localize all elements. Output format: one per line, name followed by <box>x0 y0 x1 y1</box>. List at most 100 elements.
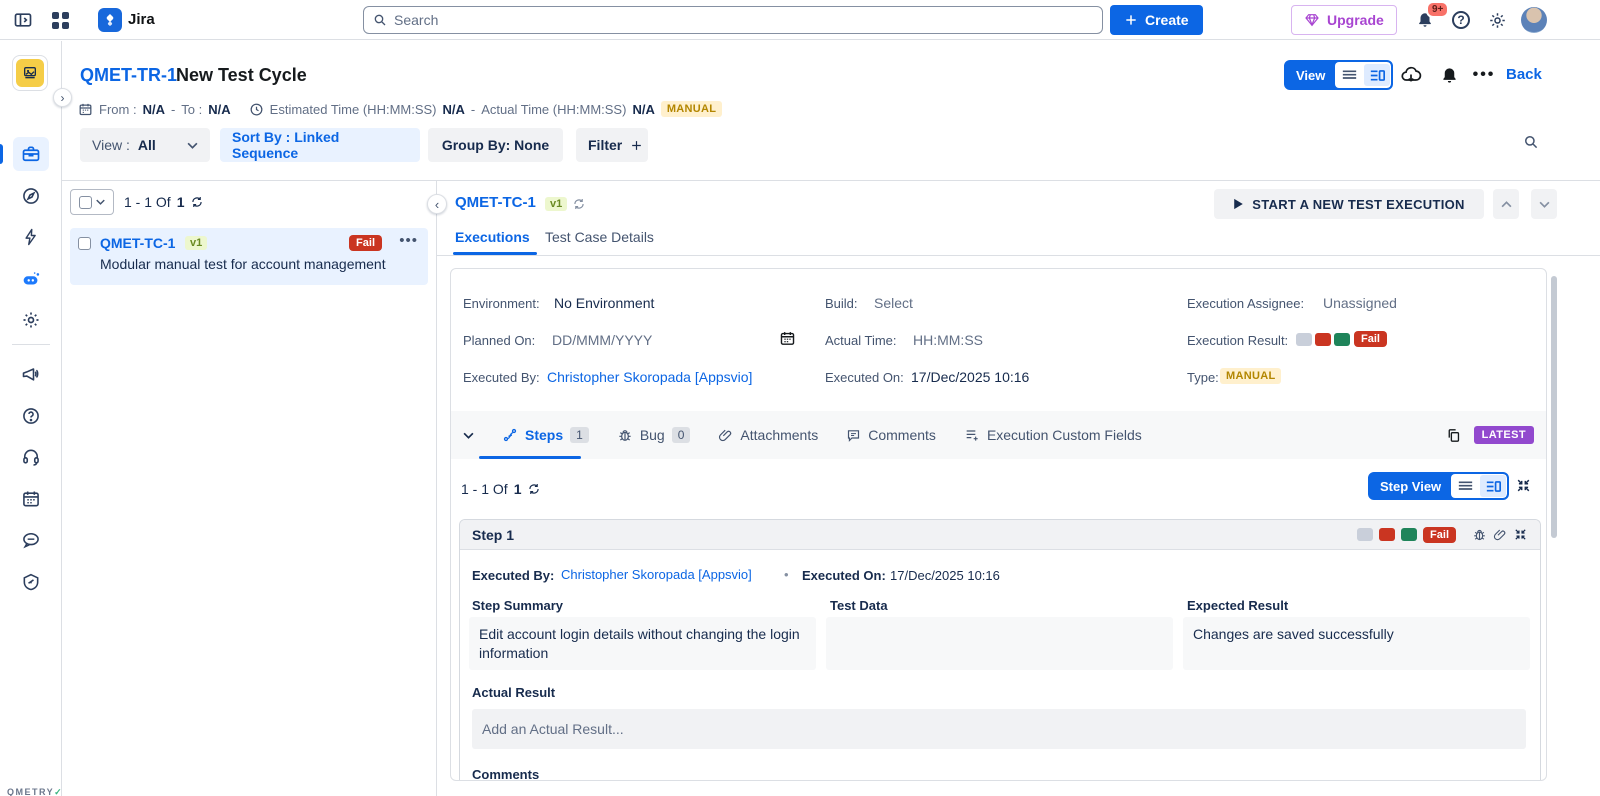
row-checkbox[interactable] <box>78 237 91 250</box>
exec-test-case-key[interactable]: QMET-TC-1 <box>455 194 536 211</box>
prev-execution-button[interactable] <box>1493 189 1519 219</box>
tab-test-case-details[interactable]: Test Case Details <box>545 229 654 245</box>
result-pass-swatch[interactable] <box>1334 333 1350 346</box>
assignee-value[interactable]: Unassigned <box>1323 295 1397 311</box>
more-icon: ••• <box>1472 66 1496 83</box>
list-view-icon[interactable] <box>1336 64 1362 86</box>
view-filter[interactable]: View : All <box>80 128 210 162</box>
group-by-filter[interactable]: Group By: None <box>428 128 563 162</box>
settings-button[interactable] <box>1484 7 1510 33</box>
sidebar-item-explore[interactable] <box>13 179 49 213</box>
custom-fields-icon <box>964 427 980 443</box>
sidebar-item-settings[interactable] <box>13 303 49 337</box>
test-case-key[interactable]: QMET-TC-1 <box>100 235 175 251</box>
build-value[interactable]: Select <box>874 295 913 311</box>
actual-time-label: Actual Time: <box>825 333 897 348</box>
pagination-total: 1 <box>513 481 522 497</box>
planned-on-value[interactable]: DD/MMM/YYYY <box>552 332 652 348</box>
search-input[interactable] <box>394 12 1094 28</box>
create-button[interactable]: Create <box>1110 5 1203 35</box>
refresh-icon[interactable] <box>190 195 204 209</box>
sidebar-item-help[interactable] <box>13 399 49 433</box>
paperclip-icon[interactable] <box>1493 528 1507 542</box>
list-view-icon[interactable] <box>1452 475 1478 497</box>
execution-result-badge[interactable]: Fail <box>1354 331 1387 347</box>
environment-value[interactable]: No Environment <box>554 295 654 311</box>
copy-icon[interactable] <box>1445 427 1462 444</box>
sidebar-item-feedback[interactable] <box>13 523 49 557</box>
detail-view-icon[interactable] <box>1364 64 1391 86</box>
next-execution-button[interactable] <box>1531 189 1557 219</box>
result-pass-swatch[interactable] <box>1401 528 1418 541</box>
watch-button[interactable] <box>1435 62 1463 88</box>
step-view-toggle[interactable]: Step View <box>1368 472 1510 500</box>
sidebar-item-announcements[interactable] <box>13 357 49 391</box>
step-view-label: Step View <box>1380 478 1442 494</box>
view-toggle[interactable]: View <box>1284 60 1394 90</box>
comment-icon <box>846 428 861 443</box>
select-all-checkbox[interactable] <box>79 195 92 209</box>
notifications-button[interactable]: 9+ <box>1412 1 1450 33</box>
more-button[interactable]: ••• <box>1470 62 1498 88</box>
app-grid-icon[interactable] <box>47 7 73 33</box>
panel-search-button[interactable] <box>1522 133 1540 151</box>
tab-attachments[interactable]: Attachments <box>718 411 818 459</box>
expected-result-label: Expected Result <box>1187 598 1289 613</box>
actual-result-input[interactable]: Add an Actual Result... <box>472 709 1526 749</box>
sort-by-filter[interactable]: Sort By : Linked Sequence <box>220 128 420 162</box>
result-fail-swatch[interactable] <box>1379 528 1396 541</box>
user-avatar[interactable] <box>1521 7 1547 33</box>
actual-time-value[interactable]: HH:MM:SS <box>913 332 983 348</box>
rail-expand-button[interactable]: › <box>53 88 72 107</box>
expected-result-box[interactable]: Changes are saved successfully <box>1183 617 1530 670</box>
sidebar-item-calendar[interactable] <box>13 482 49 516</box>
row-more-button[interactable]: ••• <box>399 232 418 249</box>
result-fail-swatch[interactable] <box>1315 333 1331 346</box>
tab-steps[interactable]: Steps 1 <box>502 411 589 459</box>
sidebar-item-ai-bot[interactable] <box>13 262 49 296</box>
sidebar-item-gauge[interactable] <box>13 565 49 599</box>
help-button[interactable]: ? <box>1448 7 1474 33</box>
export-button[interactable] <box>1397 62 1425 88</box>
compress-icon[interactable] <box>1513 527 1528 542</box>
collapse-steps-icon[interactable] <box>463 432 474 439</box>
sidebar-item-automation[interactable] <box>13 220 49 254</box>
bug-icon[interactable] <box>1472 527 1487 542</box>
collapse-list-button[interactable]: ‹ <box>427 194 447 214</box>
back-link[interactable]: Back <box>1506 66 1542 83</box>
test-cycle-key[interactable]: QMET-TR-1 <box>80 65 177 86</box>
start-execution-button[interactable]: START A NEW TEST EXECUTION <box>1214 189 1484 219</box>
tab-comments[interactable]: Comments <box>846 411 936 459</box>
qmetry-logo: QMETRY✓ <box>7 787 62 796</box>
jira-logo[interactable] <box>98 8 122 32</box>
calendar-icon[interactable] <box>779 330 796 347</box>
global-search[interactable] <box>363 6 1103 34</box>
scrollbar-thumb[interactable] <box>1551 276 1557 538</box>
compress-icon[interactable] <box>1515 477 1532 494</box>
step-result-badge[interactable]: Fail <box>1423 526 1456 543</box>
dot-separator: • <box>784 567 789 582</box>
project-logo[interactable] <box>12 55 48 91</box>
test-data-box[interactable] <box>826 617 1173 670</box>
upgrade-button[interactable]: Upgrade <box>1291 5 1397 35</box>
step-executed-by-value[interactable]: Christopher Skoropada [Appsvio] <box>561 567 752 582</box>
detail-view-icon[interactable] <box>1480 475 1507 497</box>
active-section-underline <box>479 456 581 459</box>
result-notrun-swatch[interactable] <box>1296 333 1312 346</box>
sidebar-item-support[interactable] <box>13 440 49 474</box>
sidebar-toggle-icon[interactable] <box>10 7 36 33</box>
tab-execution-custom-fields[interactable]: Execution Custom Fields <box>964 411 1142 459</box>
tab-executions[interactable]: Executions <box>455 229 530 245</box>
sidebar-item-test-cycles[interactable] <box>13 137 49 171</box>
test-cycle-title: New Test Cycle <box>176 65 307 85</box>
tab-bug[interactable]: Bug 0 <box>617 411 691 459</box>
filter-button[interactable]: Filter <box>576 128 648 162</box>
search-icon <box>1522 133 1540 151</box>
test-case-list-item[interactable]: QMET-TC-1 v1 Fail ••• Modular manual tes… <box>70 228 428 285</box>
step-summary-box[interactable]: Edit account login details without chang… <box>469 617 816 670</box>
select-all-control[interactable] <box>70 189 114 215</box>
executed-by-value[interactable]: Christopher Skoropada [Appsvio] <box>547 369 752 385</box>
result-notrun-swatch[interactable] <box>1357 528 1374 541</box>
refresh-icon[interactable] <box>527 482 541 496</box>
refresh-icon[interactable] <box>572 197 586 211</box>
